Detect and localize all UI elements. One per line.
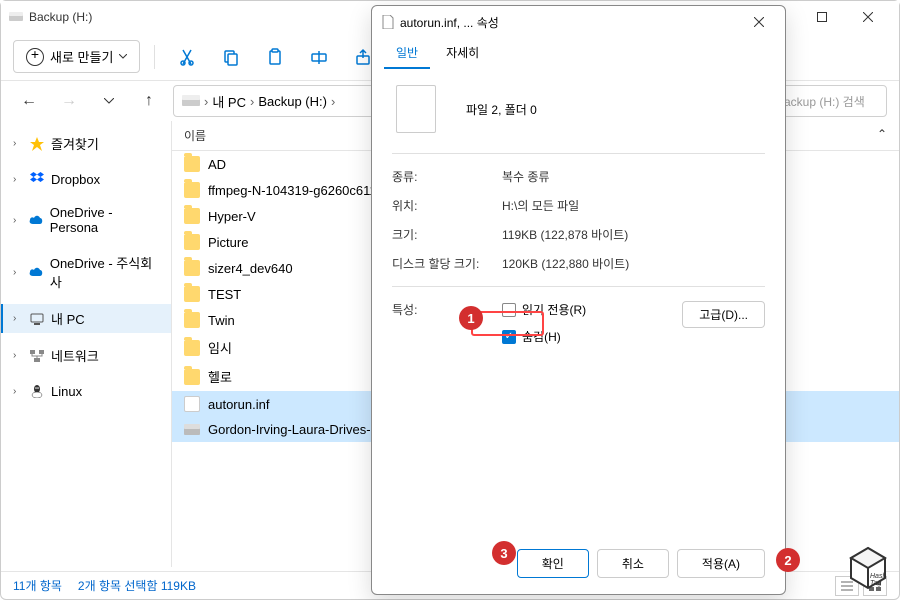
file-summary: 파일 2, 폴더 0 (466, 101, 537, 118)
annotation-1: 1 (459, 306, 483, 330)
sidebar-item-my-pc[interactable]: › 내 PC (1, 304, 171, 333)
file-name: 임시 (208, 338, 232, 357)
watermark-cube-icon: Hash Tag (843, 543, 893, 593)
drive-icon (182, 95, 200, 107)
folder-icon (184, 312, 200, 328)
folder-icon (184, 208, 200, 224)
chevron-down-icon (119, 54, 127, 59)
folder-icon (184, 369, 200, 385)
drive-icon (184, 424, 200, 436)
dialog-tabs: 일반 자세히 (372, 38, 785, 69)
tab-detail[interactable]: 자세히 (434, 38, 491, 69)
network-icon (29, 348, 45, 364)
chevron-right-icon: › (13, 313, 23, 324)
sort-chevron-icon: ⌃ (877, 127, 887, 144)
star-icon (29, 136, 45, 152)
annotation-2: 2 (776, 548, 800, 572)
up-button[interactable]: ↑ (133, 85, 165, 117)
tab-general[interactable]: 일반 (384, 38, 430, 69)
svg-text:Tag: Tag (870, 580, 882, 587)
folder-icon (184, 340, 200, 356)
chevron-right-icon: › (13, 267, 23, 278)
prop-location: 위치: H:\의 모든 파일 (392, 191, 765, 220)
paste-icon[interactable] (257, 39, 293, 75)
sidebar-item-dropbox[interactable]: › Dropbox (1, 166, 171, 192)
svg-text:Hash: Hash (870, 573, 886, 580)
file-icon (382, 15, 394, 29)
pc-icon (29, 311, 45, 327)
cloud-icon (29, 264, 44, 280)
file-name: 헬로 (208, 367, 232, 386)
prop-size: 크기: 119KB (122,878 바이트) (392, 220, 765, 249)
dialog-titlebar[interactable]: autorun.inf, ... 속성 (372, 6, 785, 38)
apply-button[interactable]: 적용(A) (677, 549, 765, 578)
cut-icon[interactable] (169, 39, 205, 75)
file-name: sizer4_dev640 (208, 261, 293, 276)
selected-count: 2개 항목 선택함 119KB (78, 577, 196, 594)
chevron-right-icon: › (331, 94, 335, 109)
ok-button[interactable]: 확인 (517, 549, 589, 578)
chevron-right-icon: › (13, 138, 23, 149)
prop-disk-size: 디스크 할당 크기: 120KB (122,880 바이트) (392, 249, 765, 278)
maximize-button[interactable] (799, 1, 845, 33)
linux-icon (29, 383, 45, 399)
folder-icon (184, 286, 200, 302)
new-button[interactable]: 새로 만들기 (13, 40, 140, 73)
chevron-down-icon[interactable] (93, 85, 125, 117)
separator (154, 45, 155, 69)
prop-type: 종류: 복수 종류 (392, 162, 765, 191)
sidebar-item-onedrive-company[interactable]: › OneDrive - 주식회사 (1, 248, 171, 296)
cancel-button[interactable]: 취소 (597, 549, 669, 578)
properties-dialog: autorun.inf, ... 속성 일반 자세히 파일 2, 폴더 0 종류… (371, 5, 786, 595)
advanced-button[interactable]: 고급(D)... (682, 301, 765, 328)
file-name: Hyper-V (208, 209, 256, 224)
sidebar-item-onedrive-personal[interactable]: › OneDrive - Persona (1, 200, 171, 240)
cloud-icon (29, 212, 44, 228)
file-name: Twin (208, 313, 235, 328)
sidebar-item-linux[interactable]: › Linux (1, 378, 171, 404)
chevron-right-icon: › (13, 215, 23, 226)
close-button[interactable] (845, 1, 891, 33)
chevron-right-icon: › (250, 94, 254, 109)
annotation-3: 3 (492, 541, 516, 565)
forward-button[interactable]: → (53, 85, 85, 117)
sidebar: › 즐겨찾기 › Dropbox › OneDrive - Persona › (1, 121, 171, 567)
chevron-right-icon: › (204, 94, 208, 109)
file-name: Picture (208, 235, 248, 250)
back-button[interactable]: ← (13, 85, 45, 117)
copy-icon[interactable] (213, 39, 249, 75)
drive-icon (9, 12, 23, 22)
rename-icon[interactable] (301, 39, 337, 75)
dropbox-icon (29, 171, 45, 187)
chevron-right-icon: › (13, 174, 23, 185)
plus-icon (26, 48, 44, 66)
dialog-title: autorun.inf, ... 속성 (382, 14, 743, 31)
chevron-right-icon: › (13, 350, 23, 361)
file-name: Gordon-Irving-Laura-Drives-Fo (208, 422, 386, 437)
folder-icon (184, 260, 200, 276)
folder-icon (184, 234, 200, 250)
chevron-right-icon: › (13, 386, 23, 397)
dialog-close-button[interactable] (743, 6, 775, 38)
file-name: TEST (208, 287, 241, 302)
folder-icon (184, 156, 200, 172)
file-name: ffmpeg-N-104319-g6260c611 (208, 183, 377, 198)
sidebar-item-favorites[interactable]: › 즐겨찾기 (1, 129, 171, 158)
folder-icon (184, 182, 200, 198)
file-name: autorun.inf (208, 397, 269, 412)
file-icon (184, 396, 200, 412)
sidebar-item-network[interactable]: › 네트워크 (1, 341, 171, 370)
item-count: 11개 항목 (13, 577, 62, 594)
file-name: AD (208, 157, 226, 172)
multi-file-icon (396, 85, 436, 133)
